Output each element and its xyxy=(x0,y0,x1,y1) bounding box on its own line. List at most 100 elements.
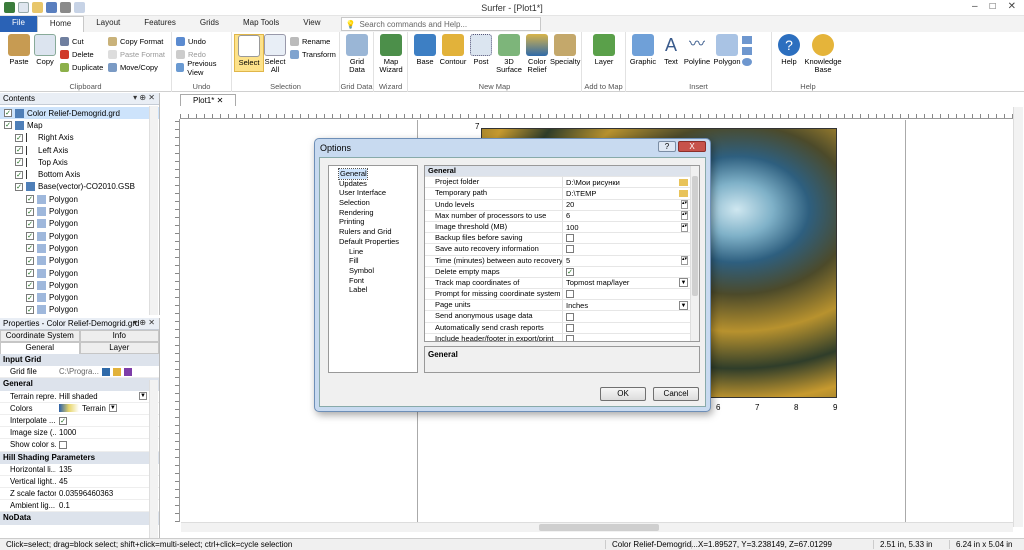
tree-item[interactable]: ✓ Polygon xyxy=(0,242,159,254)
base-button[interactable]: Base xyxy=(410,34,440,66)
option-checkbox[interactable] xyxy=(566,234,574,243)
search-box[interactable]: 💡 Search commands and Help... xyxy=(340,17,541,31)
cut-button[interactable]: Cut xyxy=(60,35,103,48)
tab-layout[interactable]: Layout xyxy=(84,16,132,32)
nav-item[interactable]: Selection xyxy=(329,198,417,208)
minimize-icon[interactable]: – xyxy=(972,1,978,12)
option-row[interactable]: Automatically send crash reports xyxy=(425,322,699,334)
grid-scrollbar[interactable] xyxy=(690,166,699,341)
visibility-checkbox[interactable]: ✓ xyxy=(4,109,12,118)
visibility-checkbox[interactable]: ✓ xyxy=(15,158,23,167)
visibility-checkbox[interactable]: ✓ xyxy=(26,256,34,265)
option-checkbox[interactable] xyxy=(566,290,574,299)
option-row[interactable]: Time (minutes) between auto recovery sa.… xyxy=(425,255,699,267)
nav-item[interactable]: Rendering xyxy=(329,208,417,218)
option-row[interactable]: Undo levels 20 ▴▾ xyxy=(425,199,699,211)
prop-grid-file[interactable]: Grid file C:\Progra... xyxy=(0,366,159,379)
visibility-checkbox[interactable]: ✓ xyxy=(15,170,23,179)
tree-item[interactable]: ✓ Polygon xyxy=(0,230,159,242)
transform-button[interactable]: Transform xyxy=(290,48,336,61)
copy-format-button[interactable]: Copy Format xyxy=(108,35,165,48)
contents-scrollbar[interactable] xyxy=(149,106,158,315)
tab-general[interactable]: General xyxy=(0,342,80,354)
map-wizard-button[interactable]: Map Wizard xyxy=(376,34,406,74)
tree-item[interactable]: ✓ Polygon xyxy=(0,218,159,230)
previous-view-button[interactable]: Previous View xyxy=(176,59,231,77)
tree-item[interactable]: ✓ Polygon xyxy=(0,255,159,267)
nav-item[interactable]: User Interface xyxy=(329,188,417,198)
folder-icon[interactable] xyxy=(679,178,688,186)
spin-icon[interactable]: ▴▾ xyxy=(681,200,688,210)
section-nodata[interactable]: NoData xyxy=(0,512,159,525)
tab-home[interactable]: Home xyxy=(36,16,85,32)
cancel-button[interactable]: Cancel xyxy=(653,387,699,401)
specialty-button[interactable]: Specialty xyxy=(550,34,580,66)
option-checkbox[interactable] xyxy=(566,245,574,254)
chevron-down-icon[interactable]: ▼ xyxy=(139,392,147,401)
prop-vertical-light[interactable]: Vertical light... 45 xyxy=(0,476,159,489)
tab-map-tools[interactable]: Map Tools xyxy=(231,16,291,32)
option-row[interactable]: Track map coordinates of Topmost map/laye… xyxy=(425,277,699,290)
pane-controls[interactable]: ▾ ⊕ ✕ xyxy=(133,318,155,327)
color-relief-button[interactable]: Color Relief xyxy=(522,34,552,74)
scroll-thumb[interactable] xyxy=(539,524,659,531)
duplicate-button[interactable]: Duplicate xyxy=(60,61,103,74)
spin-icon[interactable]: ▴▾ xyxy=(681,222,688,232)
section-general[interactable]: General xyxy=(0,378,159,391)
tree-item[interactable]: ✓ Map xyxy=(0,119,159,131)
visibility-checkbox[interactable]: ✓ xyxy=(26,244,34,253)
layer-button[interactable]: Layer xyxy=(589,34,619,66)
option-row[interactable]: Delete empty maps ✓ xyxy=(425,266,699,278)
prop-show-color-scale[interactable]: Show color s... xyxy=(0,439,159,452)
spin-icon[interactable]: ▴▾ xyxy=(681,211,688,221)
option-row[interactable]: Max number of processors to use 6 ▴▾ xyxy=(425,210,699,222)
tree-item[interactable]: ✓ Polygon xyxy=(0,291,159,303)
delete-button[interactable]: Delete xyxy=(60,48,103,61)
visibility-checkbox[interactable]: ✓ xyxy=(26,305,34,314)
contour-button[interactable]: Contour xyxy=(438,34,468,66)
3d-surface-button[interactable]: 3D Surface xyxy=(494,34,524,74)
move-copy-button[interactable]: Move/Copy xyxy=(108,61,165,74)
ok-button[interactable]: OK xyxy=(600,387,646,401)
prop-horizontal-light[interactable]: Horizontal li... 135 xyxy=(0,464,159,476)
nav-item[interactable]: Label xyxy=(329,285,417,295)
interpolate-checkbox[interactable]: ✓ xyxy=(59,416,67,425)
tree-item[interactable]: ✓ Bottom Axis xyxy=(0,168,159,180)
nav-item[interactable]: Printing xyxy=(329,217,417,227)
visibility-checkbox[interactable]: ✓ xyxy=(26,293,34,302)
prop-z-scale-factor[interactable]: Z scale factor 0.03596460363 xyxy=(0,488,159,501)
undo-button[interactable]: Undo xyxy=(176,35,231,48)
nav-item[interactable]: Symbol xyxy=(329,266,417,276)
save-grid-icon[interactable] xyxy=(123,367,132,376)
open-folder-icon[interactable] xyxy=(112,367,121,376)
symbol-icon[interactable] xyxy=(742,36,752,44)
prop-colors[interactable]: Colors Terrain ▼ xyxy=(0,403,159,415)
document-tab[interactable]: Plot1* ✕ xyxy=(180,94,237,106)
tree-item[interactable]: ✓ Base(vector)-CO2010.GSB xyxy=(0,181,159,193)
chevron-down-icon[interactable]: ▼ xyxy=(679,278,688,288)
section-input-grid[interactable]: Input Grid xyxy=(0,354,159,367)
polyline-button[interactable]: 〰 Polyline xyxy=(682,34,712,66)
tree-item[interactable]: ✓ Polygon xyxy=(0,267,159,279)
visibility-checkbox[interactable]: ✓ xyxy=(26,269,34,277)
tab-coordinate-system[interactable]: Coordinate System xyxy=(0,330,80,342)
section-hill-shading[interactable]: Hill Shading Parameters xyxy=(0,451,159,464)
option-row[interactable]: Temporary path D:\TEMP xyxy=(425,188,699,200)
tab-layer[interactable]: Layer xyxy=(79,342,159,354)
visibility-checkbox[interactable]: ✓ xyxy=(26,207,34,216)
ellipse-icon[interactable] xyxy=(742,58,752,66)
option-checkbox[interactable] xyxy=(566,334,574,341)
visibility-checkbox[interactable]: ✓ xyxy=(4,121,12,130)
prop-interpolate[interactable]: Interpolate ... ✓ xyxy=(0,415,159,428)
tree-item[interactable]: ✓ Color Relief-Demogrid.grd xyxy=(0,107,159,120)
visibility-checkbox[interactable]: ✓ xyxy=(15,133,23,142)
canvas-horizontal-scrollbar[interactable] xyxy=(181,522,1013,532)
tab-features[interactable]: Features xyxy=(132,16,188,32)
nav-item[interactable]: Line xyxy=(329,247,417,257)
option-row[interactable]: Project folder D:\Мои рисунки xyxy=(425,177,699,189)
nav-item[interactable]: Fill xyxy=(329,256,417,266)
option-row[interactable]: Page units Inches ▼ xyxy=(425,300,699,312)
visibility-checkbox[interactable]: ✓ xyxy=(15,146,23,155)
dialog-help-button[interactable]: ? xyxy=(658,141,676,152)
properties-scrollbar[interactable] xyxy=(149,380,158,538)
